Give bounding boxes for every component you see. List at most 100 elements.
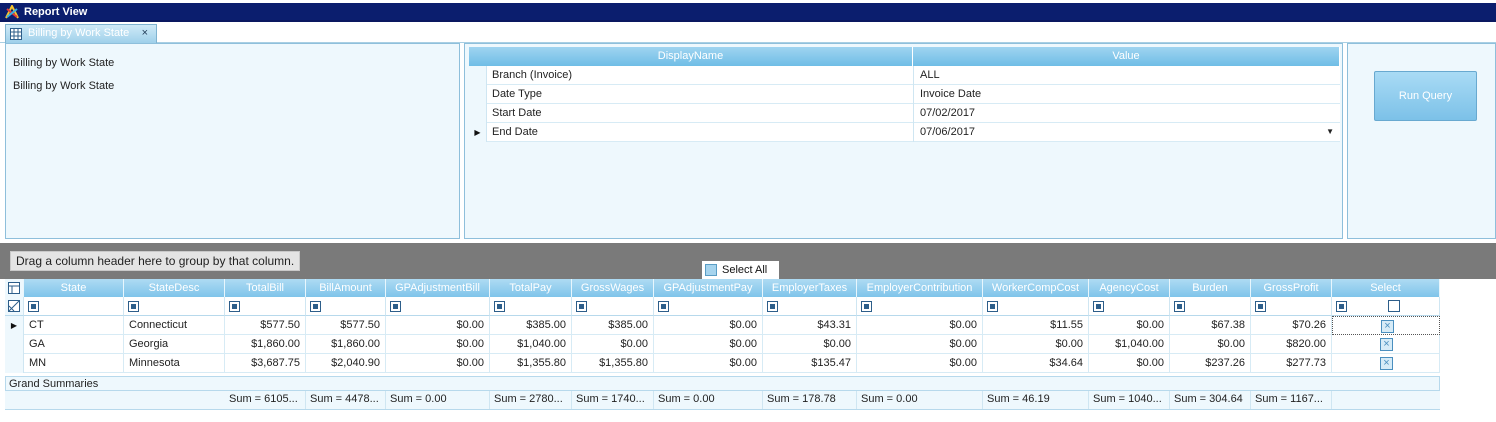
cell-statedesc[interactable]: Connecticut	[124, 316, 225, 335]
cell-totalbill[interactable]: $577.50	[225, 316, 306, 335]
close-icon[interactable]: ×	[142, 25, 148, 42]
col-header-totalpay[interactable]: TotalPay	[490, 279, 572, 297]
param-header-displayname[interactable]: DisplayName	[469, 47, 913, 66]
checkbox-icon[interactable]	[1388, 300, 1400, 312]
cell-grosswages[interactable]: $1,355.80	[572, 354, 654, 373]
cell-totalbill[interactable]: $1,860.00	[225, 335, 306, 354]
cell-gpadjustmentpay[interactable]: $0.00	[654, 316, 763, 335]
cell-select[interactable]: ×	[1332, 316, 1440, 335]
col-header-agencycost[interactable]: AgencyCost	[1089, 279, 1170, 297]
cell-agencycost[interactable]: $0.00	[1089, 316, 1170, 335]
x-box-icon[interactable]: ×	[1380, 338, 1393, 351]
cell-select[interactable]: ×	[1332, 335, 1440, 354]
col-header-gpadjustmentpay[interactable]: GPAdjustmentPay	[654, 279, 763, 297]
cell-employertaxes[interactable]: $135.47	[763, 354, 857, 373]
end-date-dropdown[interactable]: 07/06/2017 ▼	[913, 123, 1340, 142]
cell-employertaxes[interactable]: $43.31	[763, 316, 857, 335]
filter-checkbox[interactable]	[229, 301, 240, 312]
col-header-employertaxes[interactable]: EmployerTaxes	[763, 279, 857, 297]
filter-checkbox[interactable]	[1336, 301, 1347, 312]
param-row[interactable]: Date Type Invoice Date	[469, 85, 1340, 104]
filter-totalbill[interactable]	[225, 297, 306, 316]
col-header-burden[interactable]: Burden	[1170, 279, 1251, 297]
filter-gpadjustmentpay[interactable]	[654, 297, 763, 316]
cell-employertaxes[interactable]: $0.00	[763, 335, 857, 354]
cell-state[interactable]: CT	[24, 316, 124, 335]
group-by-hint[interactable]: Drag a column header here to group by th…	[10, 251, 301, 271]
x-box-icon[interactable]: ×	[1381, 320, 1394, 333]
filter-checkbox[interactable]	[1174, 301, 1185, 312]
cell-gpadjustmentbill[interactable]: $0.00	[386, 354, 490, 373]
filter-employercontribution[interactable]	[857, 297, 983, 316]
cell-grossprofit[interactable]: $70.26	[1251, 316, 1332, 335]
filter-billamount[interactable]	[306, 297, 386, 316]
col-header-statedesc[interactable]: StateDesc	[124, 279, 225, 297]
param-row[interactable]: Branch (Invoice) ALL	[469, 66, 1340, 85]
filter-checkbox[interactable]	[861, 301, 872, 312]
col-header-totalbill[interactable]: TotalBill	[225, 279, 306, 297]
col-header-billamount[interactable]: BillAmount	[306, 279, 386, 297]
cell-burden[interactable]: $0.00	[1170, 335, 1251, 354]
filter-checkbox[interactable]	[310, 301, 321, 312]
col-header-grosswages[interactable]: GrossWages	[572, 279, 654, 297]
param-value[interactable]: ALL	[913, 66, 1340, 85]
cell-grosswages[interactable]: $385.00	[572, 316, 654, 335]
col-header-employercontribution[interactable]: EmployerContribution	[857, 279, 983, 297]
cell-gpadjustmentbill[interactable]: $0.00	[386, 335, 490, 354]
cell-burden[interactable]: $67.38	[1170, 316, 1251, 335]
col-header-grossprofit[interactable]: GrossProfit	[1251, 279, 1332, 297]
cell-agencycost[interactable]: $0.00	[1089, 354, 1170, 373]
filter-checkbox[interactable]	[128, 301, 139, 312]
filter-checkbox[interactable]	[28, 301, 39, 312]
cell-select[interactable]: ×	[1332, 354, 1440, 373]
cell-employercontribution[interactable]: $0.00	[857, 354, 983, 373]
cell-billamount[interactable]: $577.50	[306, 316, 386, 335]
tab-billing-by-work-state[interactable]: Billing by Work State ×	[5, 24, 157, 43]
filter-select[interactable]	[1332, 297, 1440, 316]
cell-workercompcost[interactable]: $0.00	[983, 335, 1089, 354]
cell-employercontribution[interactable]: $0.00	[857, 335, 983, 354]
filter-employertaxes[interactable]	[763, 297, 857, 316]
cell-grosswages[interactable]: $0.00	[572, 335, 654, 354]
param-value[interactable]: 07/02/2017	[913, 104, 1340, 123]
filter-checkbox[interactable]	[1093, 301, 1104, 312]
col-header-state[interactable]: State	[24, 279, 124, 297]
select-all-checkbox[interactable]: Select All	[702, 261, 779, 279]
cell-gpadjustmentpay[interactable]: $0.00	[654, 354, 763, 373]
filter-gpadjustmentbill[interactable]	[386, 297, 490, 316]
param-header-value[interactable]: Value	[913, 47, 1340, 66]
run-query-button[interactable]: Run Query	[1374, 71, 1477, 121]
table-row[interactable]: ▶ CT Connecticut $577.50 $577.50 $0.00 $…	[5, 316, 1440, 335]
cell-billamount[interactable]: $2,040.90	[306, 354, 386, 373]
filter-checkbox[interactable]	[494, 301, 505, 312]
filter-checkbox[interactable]	[987, 301, 998, 312]
cell-totalpay[interactable]: $385.00	[490, 316, 572, 335]
filter-checkbox[interactable]	[576, 301, 587, 312]
cell-totalbill[interactable]: $3,687.75	[225, 354, 306, 373]
col-header-workercompcost[interactable]: WorkerCompCost	[983, 279, 1089, 297]
x-box-icon[interactable]: ×	[1380, 357, 1393, 370]
clear-filter-icon[interactable]	[5, 297, 24, 316]
cell-totalpay[interactable]: $1,355.80	[490, 354, 572, 373]
cell-state[interactable]: GA	[24, 335, 124, 354]
filter-agencycost[interactable]	[1089, 297, 1170, 316]
cell-gpadjustmentpay[interactable]: $0.00	[654, 335, 763, 354]
cell-employercontribution[interactable]: $0.00	[857, 316, 983, 335]
cell-gpadjustmentbill[interactable]: $0.00	[386, 316, 490, 335]
filter-checkbox[interactable]	[658, 301, 669, 312]
cell-grossprofit[interactable]: $820.00	[1251, 335, 1332, 354]
table-row[interactable]: GA Georgia $1,860.00 $1,860.00 $0.00 $1,…	[5, 335, 1440, 354]
cell-statedesc[interactable]: Georgia	[124, 335, 225, 354]
cell-workercompcost[interactable]: $11.55	[983, 316, 1089, 335]
cell-state[interactable]: MN	[24, 354, 124, 373]
col-header-select[interactable]: Select	[1332, 279, 1440, 297]
filter-totalpay[interactable]	[490, 297, 572, 316]
column-chooser-icon[interactable]	[5, 279, 24, 297]
filter-burden[interactable]	[1170, 297, 1251, 316]
cell-agencycost[interactable]: $1,040.00	[1089, 335, 1170, 354]
chevron-down-icon[interactable]: ▼	[1326, 123, 1334, 141]
cell-billamount[interactable]: $1,860.00	[306, 335, 386, 354]
filter-state[interactable]	[24, 297, 124, 316]
cell-totalpay[interactable]: $1,040.00	[490, 335, 572, 354]
cell-burden[interactable]: $237.26	[1170, 354, 1251, 373]
